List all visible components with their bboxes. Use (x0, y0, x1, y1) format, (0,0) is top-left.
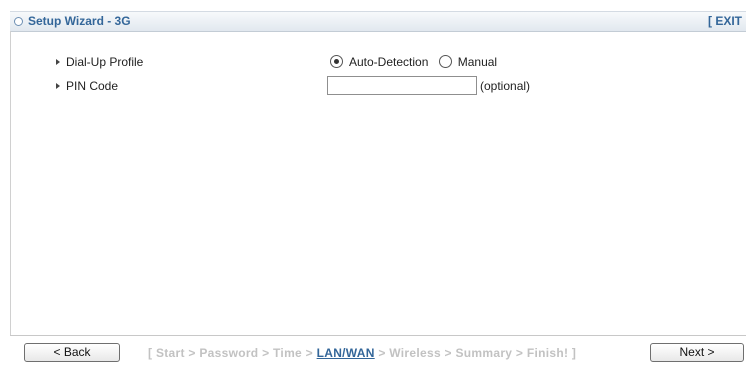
wizard-header: Setup Wizard - 3G [ EXIT (10, 11, 746, 32)
wizard-content: Dial-Up Profile Auto-Detection Manual PI… (10, 31, 746, 335)
wizard-footer: < Back [ Start > Password > Time > LAN/W… (10, 335, 746, 367)
pin-optional-hint: (optional) (480, 79, 531, 93)
exit-link[interactable]: [ EXIT (708, 13, 742, 30)
manual-radio[interactable] (438, 55, 452, 68)
steps-before: Start > Password > Time > (155, 346, 317, 360)
steps-open-bracket: [ (148, 346, 156, 360)
steps-after: > Wireless > Summary > Finish! (374, 346, 569, 360)
dialup-profile-radio-group: Auto-Detection Manual (330, 54, 504, 71)
next-button[interactable]: Next > (650, 343, 744, 362)
triangle-right-icon (56, 83, 60, 89)
pin-code-input[interactable] (327, 76, 477, 95)
auto-detection-radio[interactable] (330, 55, 343, 68)
dialup-profile-row: Dial-Up Profile Auto-Detection Manual (11, 54, 746, 72)
back-button[interactable]: < Back (24, 343, 120, 362)
wizard-steps-breadcrumb: [ Start > Password > Time > LAN/WAN > Wi… (148, 346, 576, 360)
pin-code-row: PIN Code (optional) (11, 76, 746, 96)
pin-code-label: PIN Code (66, 79, 119, 93)
triangle-right-icon (56, 59, 60, 65)
auto-detection-label[interactable]: Auto-Detection (349, 55, 428, 69)
steps-close-bracket: ] (568, 346, 577, 360)
circle-bullet-icon (14, 17, 23, 26)
page-title: Setup Wizard - 3G (28, 14, 131, 28)
dialup-profile-label: Dial-Up Profile (66, 55, 144, 69)
manual-label[interactable]: Manual (458, 55, 497, 69)
current-step: LAN/WAN (316, 346, 375, 360)
